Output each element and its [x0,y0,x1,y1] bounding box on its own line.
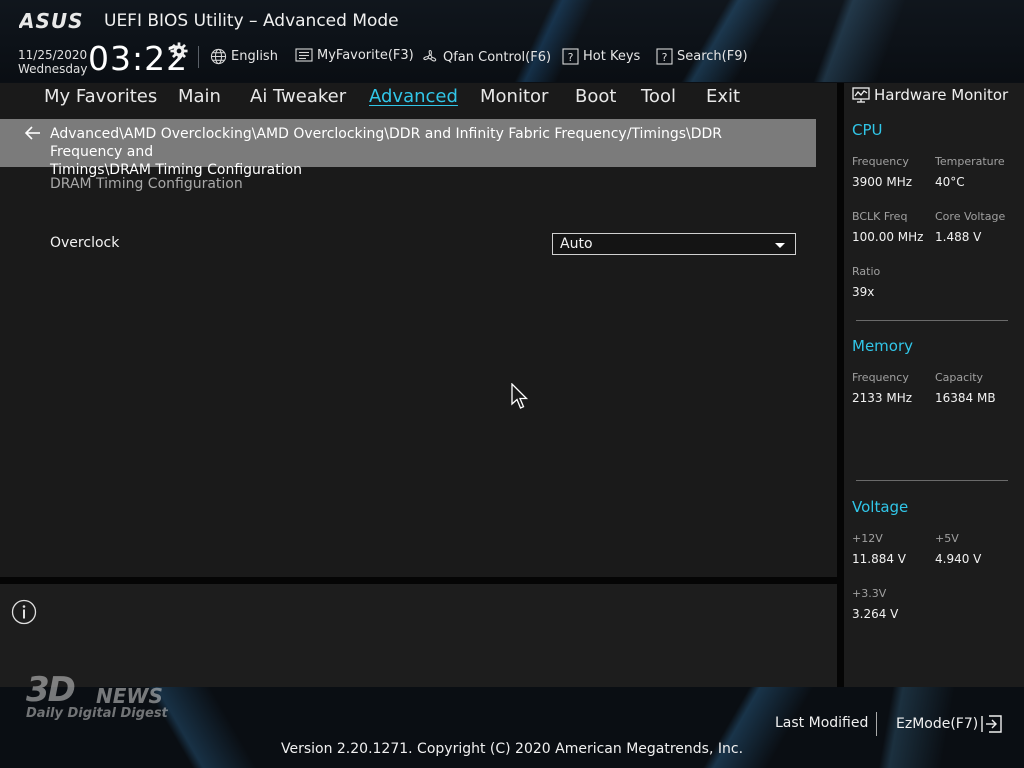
main-menu: My Favorites Main Ai Tweaker Advanced Mo… [0,83,837,111]
mouse-cursor-icon [511,383,529,409]
fan-icon [423,49,437,62]
search-button[interactable]: ? Search(F9) [656,48,748,65]
cpu-frequency-label: Frequency [852,155,909,168]
memory-heading: Memory [852,337,914,355]
overclock-value: Auto [560,236,593,252]
date-display: 11/25/2020 Wednesday [18,48,87,76]
memory-frequency-label: Frequency [852,371,909,384]
v12-value: 11.884 V [852,552,907,566]
cpu-heading: CPU [852,121,883,139]
watermark-logo: 3D NEWS Daily Digital Digest [24,670,184,726]
hardware-monitor-label: Hardware Monitor [874,86,1009,104]
tab-tool[interactable]: Tool [641,86,676,107]
hardware-monitor-title: Hardware Monitor [852,86,1008,104]
v33-value: 3.264 V [852,607,899,621]
tab-monitor[interactable]: Monitor [480,86,548,107]
v33-label: +3.3V [852,587,887,600]
last-modified-button[interactable]: Last Modified [775,715,868,731]
date-text: 11/25/2020 [18,48,88,62]
cpu-divider [856,320,1008,321]
hardware-monitor-panel: Hardware Monitor CPU Frequency Temperatu… [844,83,1024,687]
language-label: English [231,49,278,64]
tab-boot[interactable]: Boot [575,86,616,107]
qfan-control-button[interactable]: Qfan Control(F6) [421,48,551,66]
ezmode-label: EzMode(F7) [896,716,979,732]
v12-label: +12V [852,532,883,545]
ezmode-button[interactable]: EzMode(F7) [896,715,1003,733]
tab-ai-tweaker[interactable]: Ai Tweaker [250,86,346,107]
hotkeys-label: Hot Keys [583,49,641,64]
memory-frequency-value: 2133 MHz [852,391,913,405]
memory-capacity-value: 16384 MB [935,391,996,405]
globe-icon [210,48,227,65]
tab-main[interactable]: Main [178,86,221,107]
footer-divider [876,712,877,736]
breadcrumb-line-1: Advanced\AMD Overclocking\AMD Overclocki… [50,126,723,160]
ratio-value: 39x [852,285,875,299]
app-title: UEFI BIOS Utility – Advanced Mode [104,11,399,31]
core-voltage-value: 1.488 V [935,230,982,244]
cpu-temperature-label: Temperature [935,155,1005,168]
tab-exit[interactable]: Exit [706,86,740,107]
voltage-heading: Voltage [852,498,909,516]
section-title: DRAM Timing Configuration [50,176,243,192]
overclock-label: Overclock [50,235,120,251]
v5-label: +5V [935,532,959,545]
hardware-monitor-divider [837,83,844,687]
watermark-main: 3D [26,670,76,710]
search-icon: ? [656,48,673,65]
ratio-label: Ratio [852,265,881,278]
core-voltage-label: Core Voltage [935,210,1006,223]
hotkeys-icon: ? [562,48,579,65]
favorite-icon [295,48,313,62]
memory-capacity-label: Capacity [935,371,984,384]
svg-text:?: ? [568,51,574,64]
watermark-tagline: Daily Digital Digest [26,706,168,721]
version-text: Version 2.20.1271. Copyright (C) 2020 Am… [280,741,744,757]
cpu-frequency-value: 3900 MHz [852,175,913,189]
hotkeys-button[interactable]: ? Hot Keys [562,48,640,65]
breadcrumb-path: Advanced\AMD Overclocking\AMD Overclocki… [50,125,790,179]
memory-divider [856,480,1008,481]
overclock-select[interactable]: Auto [552,233,796,255]
weekday-text: Wednesday [18,62,88,76]
tab-advanced[interactable]: Advanced [369,86,458,107]
dropdown-caret-icon [775,243,785,248]
help-divider [0,577,837,584]
header-divider [198,46,199,68]
ezmode-exit-icon [981,715,1002,733]
myfavorite-label: MyFavorite(F3) [317,48,414,63]
search-label: Search(F9) [677,49,748,64]
bclk-value: 100.00 MHz [852,230,924,244]
gear-icon[interactable] [170,42,188,60]
tab-my-favorites[interactable]: My Favorites [44,86,157,107]
asus-logo-text: ASUS [19,10,84,32]
monitor-icon [852,87,870,103]
qfan-label: Qfan Control(F6) [443,49,552,65]
myfavorite-button[interactable]: MyFavorite(F3) [295,48,414,63]
cpu-temperature-value: 40°C [935,175,965,189]
asus-logo: ASUS [19,10,84,32]
svg-text:?: ? [662,51,668,64]
info-icon [11,599,37,625]
watermark-news: NEWS [96,684,163,708]
v5-value: 4.940 V [935,552,982,566]
language-button[interactable]: English [210,48,278,65]
breadcrumb: Advanced\AMD Overclocking\AMD Overclocki… [0,119,816,178]
bclk-label: BCLK Freq [852,210,908,223]
back-arrow-icon[interactable] [24,125,42,141]
